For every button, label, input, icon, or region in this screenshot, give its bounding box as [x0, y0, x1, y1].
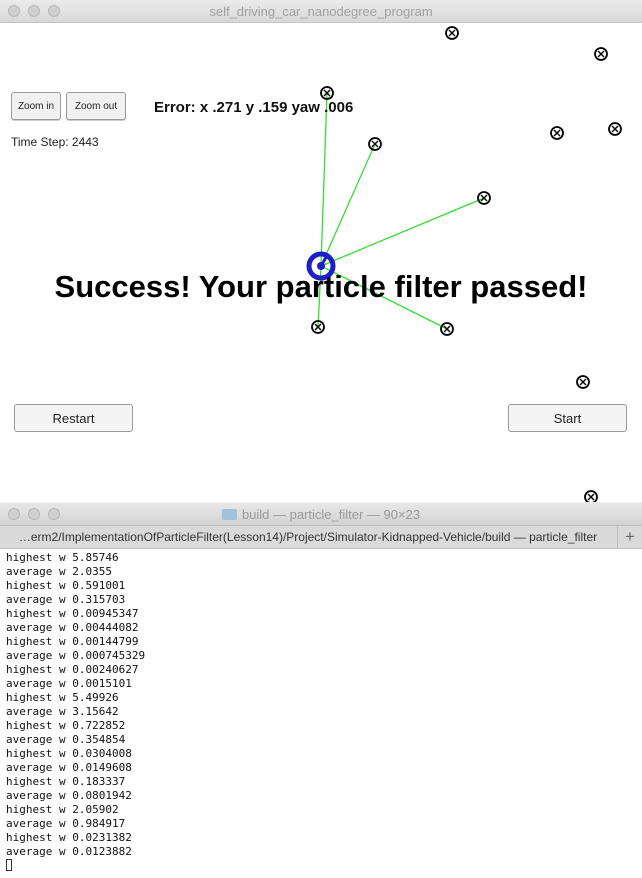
terminal-line: highest w 0.722852 [6, 719, 126, 732]
simulator-canvas[interactable]: Zoom in Zoom out Error: x .271 y .159 ya… [0, 23, 642, 502]
new-tab-button[interactable]: + [617, 526, 642, 548]
terminal-line: highest w 0.00240627 [6, 663, 139, 676]
terminal-line: highest w 0.00144799 [6, 635, 139, 648]
observation-line [320, 92, 328, 267]
terminal-tabbar: …erm2/ImplementationOfParticleFilter(Les… [0, 526, 642, 549]
landmark-icon [594, 47, 608, 61]
terminal-titlebar: build — particle_filter — 90×23 [0, 503, 642, 526]
terminal-line: average w 0.354854 [6, 733, 126, 746]
landmark-icon [477, 191, 491, 205]
observation-line [320, 197, 485, 267]
landmark-icon [584, 490, 598, 502]
restart-button[interactable]: Restart [14, 404, 133, 432]
terminal-line: average w 0.000745329 [6, 649, 146, 662]
terminal-line: average w 0.0123882 [6, 845, 132, 858]
terminal-line: highest w 0.0304008 [6, 747, 132, 760]
time-step-readout: Time Step: 2443 [11, 135, 99, 149]
zoom-out-button[interactable]: Zoom out [66, 92, 126, 120]
landmark-icon [368, 137, 382, 151]
folder-icon [221, 509, 237, 520]
landmark-icon [445, 26, 459, 40]
start-button[interactable]: Start [508, 404, 627, 432]
landmark-icon [440, 322, 454, 336]
terminal-line: average w 0.00444082 [6, 621, 139, 634]
terminal-tab[interactable]: …erm2/ImplementationOfParticleFilter(Les… [0, 526, 616, 548]
landmark-icon [608, 122, 622, 136]
terminal-line: average w 0.315703 [6, 593, 126, 606]
terminal-line: highest w 5.49926 [6, 691, 119, 704]
terminal-line: average w 0.0149608 [6, 761, 132, 774]
landmark-icon [550, 126, 564, 140]
terminal-line: highest w 0.00945347 [6, 607, 139, 620]
success-message: Success! Your particle filter passed! [54, 269, 588, 304]
terminal-cursor [6, 859, 12, 871]
terminal-line: highest w 0.0231382 [6, 831, 132, 844]
terminal-line: highest w 2.05902 [6, 803, 119, 816]
terminal-line: highest w 0.183337 [6, 775, 126, 788]
observation-line [320, 143, 376, 267]
terminal-line: average w 0.984917 [6, 817, 126, 830]
terminal-line: average w 3.15642 [6, 705, 119, 718]
window-title: self_driving_car_nanodegree_program [209, 4, 433, 19]
terminal-title-text: build — particle_filter — 90×23 [241, 507, 421, 522]
terminal-line: average w 0.0015101 [6, 677, 132, 690]
terminal-line: average w 2.0355 [6, 565, 112, 578]
error-readout: Error: x .271 y .159 yaw .006 [154, 99, 354, 116]
terminal-window: build — particle_filter — 90×23 …erm2/Im… [0, 503, 642, 878]
terminal-title: build — particle_filter — 90×23 [0, 507, 642, 522]
terminal-line: average w 0.0801942 [6, 789, 132, 802]
zoom-in-button[interactable]: Zoom in [11, 92, 61, 120]
simulator-window: self_driving_car_nanodegree_program Zoom… [0, 0, 642, 502]
terminal-line: highest w 0.591001 [6, 579, 126, 592]
terminal-output[interactable]: highest w 5.85746 average w 2.0355 highest… [0, 549, 642, 878]
landmark-icon [576, 375, 590, 389]
simulator-titlebar: self_driving_car_nanodegree_program [0, 0, 642, 23]
terminal-line: highest w 5.85746 [6, 551, 119, 564]
